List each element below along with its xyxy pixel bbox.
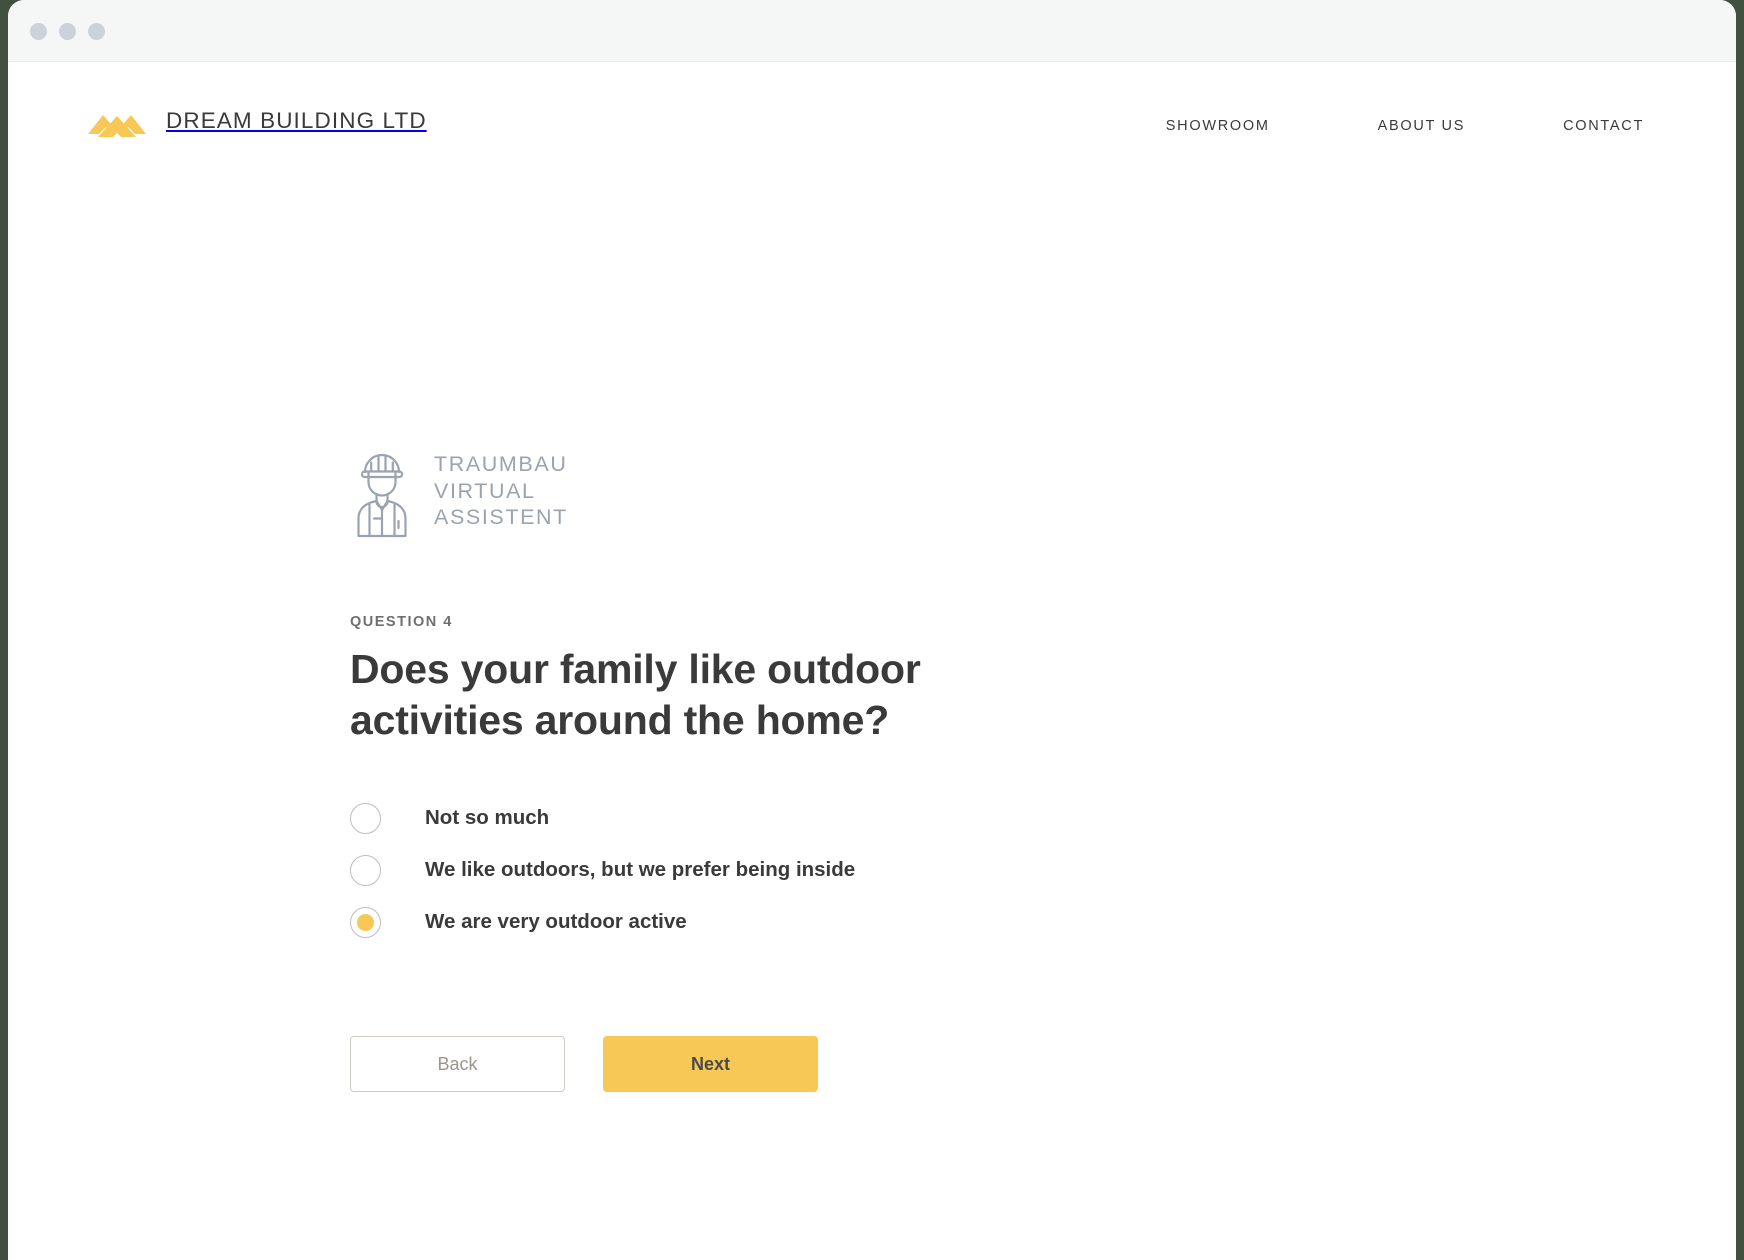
brand-name: DREAM BUILDING LTD [166,108,427,133]
maximize-dot[interactable] [59,23,76,40]
assistant-branding: TRAUMBAU VIRTUAL ASSISTENT [350,442,1736,540]
radio-icon-2-selected[interactable] [350,906,381,938]
answer-option-2[interactable]: We are very outdoor active [350,896,1736,948]
main-content: TRAUMBAU VIRTUAL ASSISTENT QUESTION 4 Do… [8,442,1736,1092]
mountain-peaks-logo-icon [88,115,146,137]
answer-option-label-2: We are very outdoor active [425,910,687,933]
close-dot[interactable] [88,23,105,40]
answer-option-1[interactable]: We like outdoors, but we prefer being in… [350,844,1736,896]
question-title: Does your family like outdoor activities… [350,646,921,743]
radio-icon-1[interactable] [350,854,381,886]
answer-option-0[interactable]: Not so much [350,792,1736,844]
answer-option-label-1: We like outdoors, but we prefer being in… [425,858,856,881]
minimize-dot[interactable] [30,23,47,40]
brand-logo-link[interactable]: DREAM BUILDING LTD [86,104,427,138]
nav-link-about-us[interactable]: ABOUT US [1378,112,1465,140]
answer-option-label-0: Not so much [425,806,550,829]
construction-worker-icon [357,453,407,538]
nav-link-contact[interactable]: CONTACT [1563,112,1644,140]
answer-options-group: Not so much We like outdoors, but we pre… [350,792,1736,948]
window-controls [30,23,105,40]
assistant-title: TRAUMBAU VIRTUAL ASSISTENT [434,452,568,530]
next-button[interactable]: Next [603,1036,818,1092]
main-navigation: SHOWROOM ABOUT US CONTACT [1166,112,1644,140]
site-header: DREAM BUILDING LTD SHOWROOM ABOUT US CON… [8,62,1736,180]
browser-window: DREAM BUILDING LTD SHOWROOM ABOUT US CON… [8,0,1736,1260]
radio-icon-0[interactable] [350,802,381,834]
form-actions: Back Next [350,1036,1736,1092]
question-kicker: QUESTION 4 [350,614,453,630]
nav-link-showroom[interactable]: SHOWROOM [1166,112,1270,140]
browser-titlebar [8,0,1736,62]
back-button[interactable]: Back [350,1036,565,1092]
